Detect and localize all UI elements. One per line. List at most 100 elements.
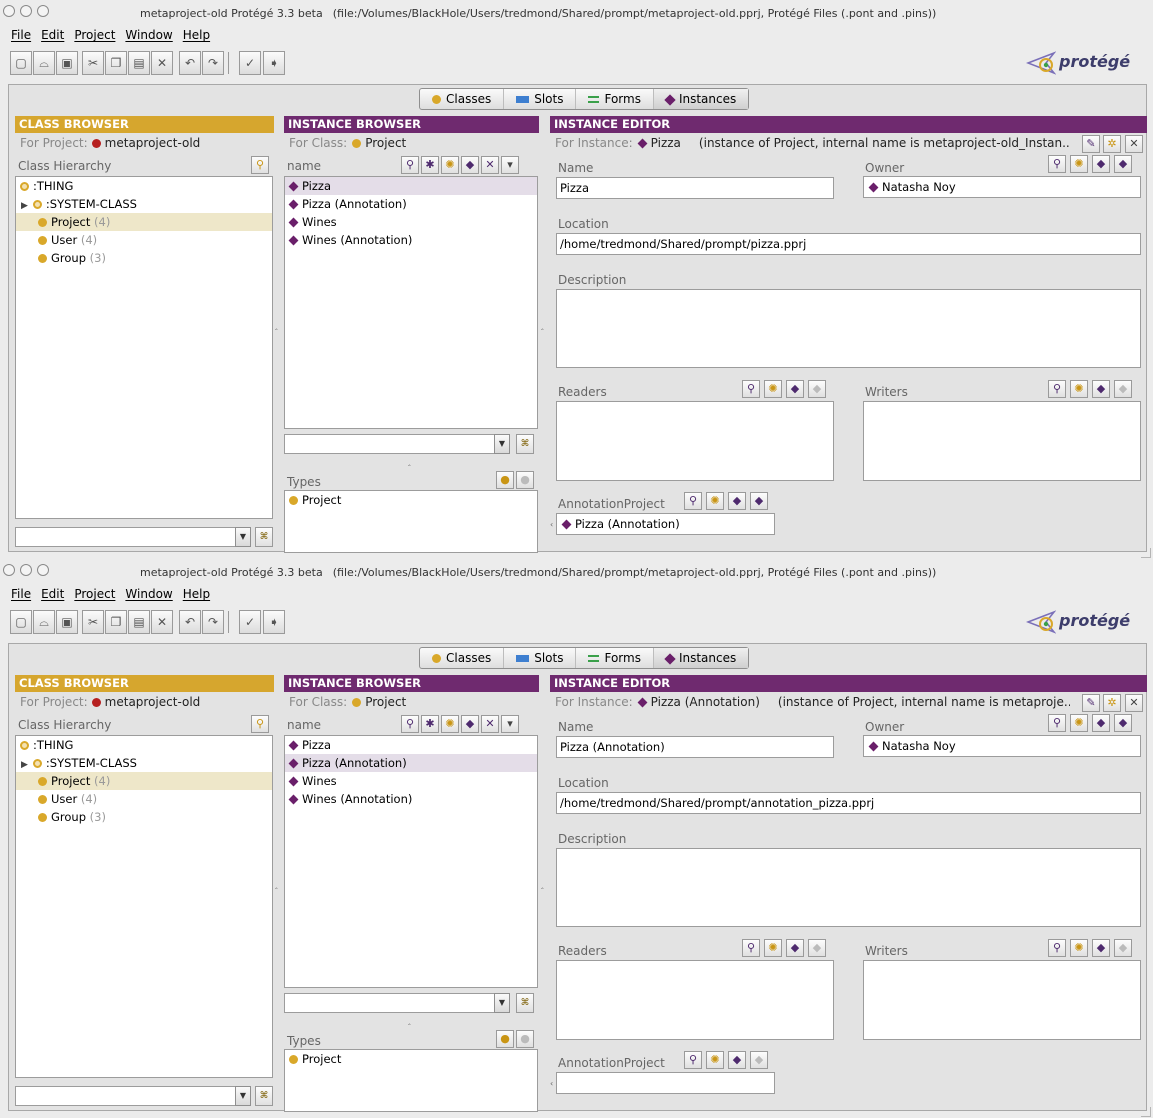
type-list-item[interactable]: Project — [285, 1050, 537, 1068]
description-field[interactable] — [556, 848, 1141, 927]
expand-triangle-icon[interactable]: ▶ — [21, 197, 28, 215]
add-type-icon[interactable]: ● — [496, 471, 514, 489]
paste-icon[interactable]: ▤ — [128, 610, 150, 634]
instance-list-item[interactable]: Pizza (Annotation) — [285, 754, 537, 772]
readers-list[interactable] — [556, 960, 834, 1040]
menu-project[interactable]: Project — [74, 26, 115, 45]
redo-icon[interactable]: ↷ — [202, 610, 224, 634]
menu-file[interactable]: File — [11, 26, 31, 45]
splitter-caret-icon[interactable]: ‸ — [541, 880, 548, 889]
class-tree-item[interactable]: User (4) — [16, 231, 272, 249]
delete-icon[interactable]: ✕ — [151, 51, 173, 75]
remove-writer-icon[interactable]: ◆ — [1114, 939, 1132, 957]
tab-instances[interactable]: Instances — [652, 648, 749, 668]
remove-owner-icon[interactable]: ◆ — [1114, 714, 1132, 732]
customize-form-icon[interactable]: ✲ — [1103, 135, 1121, 153]
window-resize-handle[interactable] — [1141, 1107, 1151, 1117]
types-list[interactable]: Project — [284, 1049, 538, 1112]
more-options-icon[interactable]: ▾ — [501, 715, 519, 733]
writers-list[interactable] — [863, 960, 1141, 1040]
instance-list-item[interactable]: Wines (Annotation) — [285, 790, 537, 808]
zoom-window-icon[interactable] — [37, 5, 49, 17]
menu-window[interactable]: Window — [125, 585, 172, 604]
check-icon[interactable]: ✓ — [239, 610, 261, 634]
remove-annotation-icon[interactable]: ◆ — [750, 1051, 768, 1069]
instance-list-item[interactable]: Pizza (Annotation) — [285, 195, 537, 213]
location-field[interactable]: /home/tredmond/Shared/prompt/pizza.pprj — [556, 233, 1141, 255]
instance-list-item[interactable]: Wines — [285, 772, 537, 790]
menu-edit[interactable]: Edit — [41, 26, 64, 45]
annotation-project-field[interactable]: Pizza (Annotation) — [556, 513, 775, 535]
menu-window[interactable]: Window — [125, 26, 172, 45]
check-icon[interactable]: ✓ — [239, 51, 261, 75]
find-reader-icon[interactable]: ⚲ — [742, 939, 760, 957]
tab-slots[interactable]: Slots — [503, 89, 575, 109]
name-field[interactable]: Pizza — [556, 177, 834, 199]
pin-icon[interactable]: ✎ — [1082, 694, 1100, 712]
splitter-caret-icon[interactable]: ‸ — [275, 880, 282, 889]
window-titlebar[interactable]: metaproject-old Protégé 3.3 beta (file:/V… — [0, 559, 1153, 585]
add-annotation-icon[interactable]: ◆ — [728, 492, 746, 510]
splitter-caret-icon[interactable]: ‸ — [541, 321, 548, 330]
owner-field[interactable]: Natasha Noy — [863, 735, 1141, 757]
forward-icon[interactable]: ➧ — [263, 610, 285, 634]
add-writer-icon[interactable]: ◆ — [1092, 380, 1110, 398]
references-icon[interactable]: ✺ — [441, 156, 459, 174]
find-writer-icon[interactable]: ⚲ — [1048, 380, 1066, 398]
splitter-caret-icon[interactable]: ‸ — [408, 457, 411, 466]
chevron-down-icon[interactable]: ▼ — [235, 527, 251, 547]
class-tree-item[interactable]: Project (4) — [16, 772, 272, 790]
create-writer-icon[interactable]: ✺ — [1070, 939, 1088, 957]
more-options-icon[interactable]: ▾ — [501, 156, 519, 174]
create-owner-icon[interactable]: ✺ — [1070, 155, 1088, 173]
instance-list-item[interactable]: Wines (Annotation) — [285, 231, 537, 249]
tab-classes[interactable]: Classes — [420, 89, 503, 109]
window-resize-handle[interactable] — [1141, 548, 1151, 558]
close-editor-icon[interactable]: ✕ — [1125, 694, 1143, 712]
find-instance-icon[interactable]: ⚲ — [401, 715, 419, 733]
create-instance-icon[interactable]: ✱ — [421, 156, 439, 174]
class-tree-item[interactable]: User (4) — [16, 790, 272, 808]
tab-forms[interactable]: Forms — [575, 89, 652, 109]
class-tree-item[interactable]: ▶:SYSTEM-CLASS — [16, 754, 272, 772]
name-field[interactable]: Pizza (Annotation) — [556, 736, 834, 758]
class-tree-item[interactable]: :THING — [16, 177, 272, 195]
scroll-left-icon[interactable]: ‹ — [550, 1079, 553, 1088]
create-instance-icon[interactable]: ✱ — [421, 715, 439, 733]
close-window-icon[interactable] — [3, 5, 15, 17]
class-search-combo[interactable]: ▼ — [15, 1086, 251, 1106]
class-search-combo[interactable]: ▼ — [15, 527, 251, 547]
instance-search-combo[interactable]: ▼ — [284, 434, 510, 454]
location-field[interactable]: /home/tredmond/Shared/prompt/annotation_… — [556, 792, 1141, 814]
class-tree-item[interactable]: ▶:SYSTEM-CLASS — [16, 195, 272, 213]
class-tree-item[interactable]: Project (4) — [16, 213, 272, 231]
find-binoculars-icon[interactable]: ⌘ — [516, 993, 534, 1013]
close-window-icon[interactable] — [3, 564, 15, 576]
new-project-icon[interactable]: ▢ — [10, 51, 32, 75]
tab-forms[interactable]: Forms — [575, 648, 652, 668]
class-hierarchy-tree[interactable]: :THING ▶:SYSTEM-CLASS Project (4) User (… — [15, 735, 273, 1078]
delete-instance-icon[interactable]: ✕ — [481, 156, 499, 174]
chevron-down-icon[interactable]: ▼ — [494, 434, 510, 454]
redo-icon[interactable]: ↷ — [202, 51, 224, 75]
find-class-icon[interactable]: ⚲ — [251, 715, 269, 733]
create-reader-icon[interactable]: ✺ — [764, 939, 782, 957]
minimize-window-icon[interactable] — [20, 5, 32, 17]
remove-writer-icon[interactable]: ◆ — [1114, 380, 1132, 398]
copy-icon[interactable]: ❐ — [105, 51, 127, 75]
add-writer-icon[interactable]: ◆ — [1092, 939, 1110, 957]
instance-list[interactable]: Pizza Pizza (Annotation) Wines Wines (An… — [284, 176, 538, 429]
pin-icon[interactable]: ✎ — [1082, 135, 1100, 153]
tab-slots[interactable]: Slots — [503, 648, 575, 668]
open-project-icon[interactable]: ⌓ — [33, 610, 55, 634]
find-class-icon[interactable]: ⚲ — [251, 156, 269, 174]
references-icon[interactable]: ✺ — [441, 715, 459, 733]
instance-list-item[interactable]: Pizza — [285, 177, 537, 195]
remove-annotation-icon[interactable]: ◆ — [750, 492, 768, 510]
create-owner-icon[interactable]: ✺ — [1070, 714, 1088, 732]
tab-classes[interactable]: Classes — [420, 648, 503, 668]
add-reader-icon[interactable]: ◆ — [786, 380, 804, 398]
tab-instances[interactable]: Instances — [652, 89, 749, 109]
chevron-down-icon[interactable]: ▼ — [494, 993, 510, 1013]
type-list-item[interactable]: Project — [285, 491, 537, 509]
